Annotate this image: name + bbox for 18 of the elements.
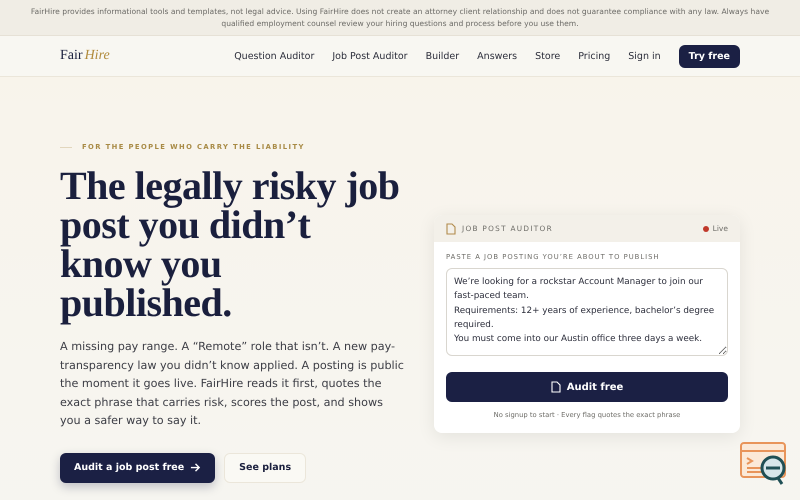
intro-paragraph: A missing pay range. A “Remote” role that isn’t. A new pay-transparency law you didn’t know applied. A posting is public the moment it goes live. FairHire reads it first, quotes the exact phrase that carries risk, scores the post, and shows you a safer way to say it. xyxy=(60,339,405,429)
logo[interactable]: FairHire xyxy=(60,48,110,64)
nav-link[interactable]: Builder xyxy=(426,50,460,62)
nav-link[interactable]: Pricing xyxy=(578,50,610,62)
nav-link[interactable]: Sign in xyxy=(628,50,661,62)
nav-link[interactable]: Question Auditor xyxy=(234,50,314,62)
arrow-icon xyxy=(190,462,202,473)
nav-link[interactable]: Store xyxy=(535,50,560,62)
audit-free-button[interactable]: Audit free xyxy=(446,372,728,402)
nav-link[interactable]: Answers xyxy=(477,50,518,62)
headline: The legally risky job post you didn’t know you published. xyxy=(60,166,400,322)
see-plans-button[interactable]: See plans xyxy=(224,452,306,482)
nav-link[interactable]: Job Post Auditor xyxy=(332,50,408,62)
document-icon xyxy=(550,381,561,393)
audit-button[interactable]: Audit a job post free xyxy=(60,452,216,482)
job-post-field[interactable]: We’re looking for a rockstar Account Manager to join our fast-paced team. Requirements: 12+ years of experience, bachelor’s degree required. You must come into our Austin office three days a week. xyxy=(446,268,728,356)
document-icon xyxy=(446,222,456,234)
try-free-button[interactable]: Try free xyxy=(678,44,740,68)
